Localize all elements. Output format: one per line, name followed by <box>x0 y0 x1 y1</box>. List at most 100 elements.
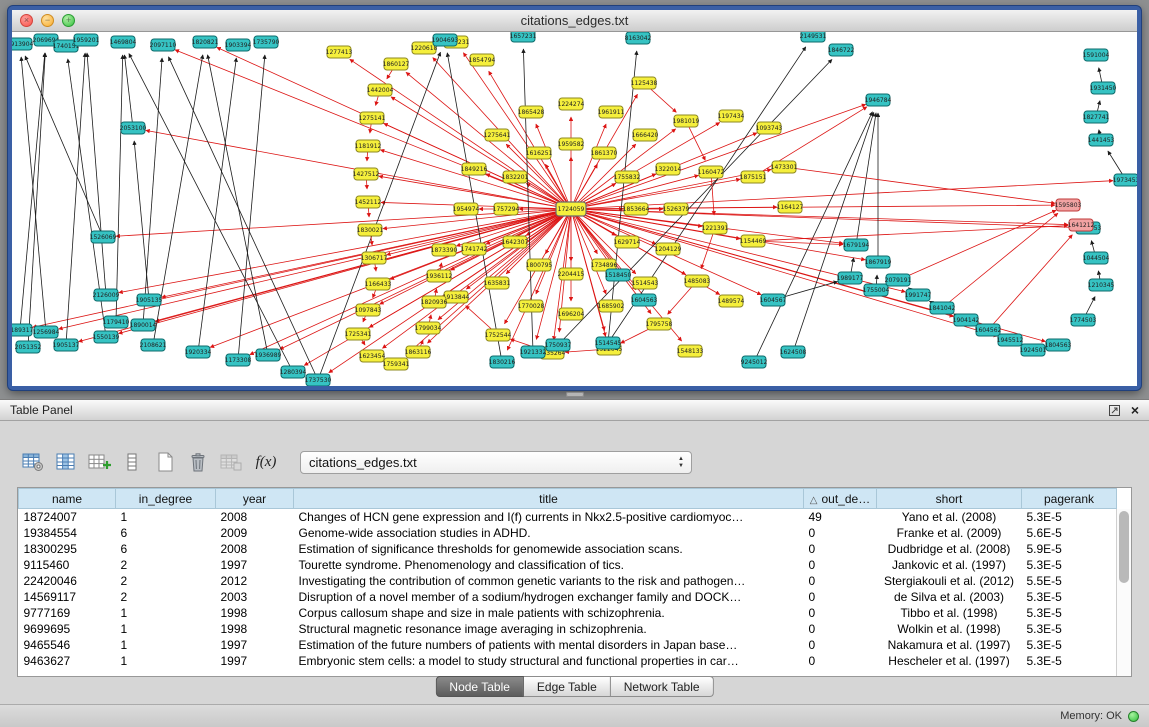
network-node[interactable]: 1629714 <box>614 236 641 248</box>
cell-out_degree[interactable]: 0 <box>804 589 877 605</box>
network-edge[interactable] <box>793 112 874 352</box>
scrollbar-thumb[interactable] <box>1119 511 1129 583</box>
network-node[interactable]: 1164127 <box>777 201 804 213</box>
cell-year[interactable]: 2008 <box>216 509 294 525</box>
cell-pagerank[interactable]: 5.3E-5 <box>1022 621 1117 637</box>
network-node[interactable]: 1514543 <box>632 277 659 289</box>
network-edge[interactable] <box>238 55 265 360</box>
network-node[interactable]: 1635831 <box>484 277 511 289</box>
network-node[interactable]: 1473301 <box>771 161 798 173</box>
network-node[interactable]: 2053100 <box>120 122 147 134</box>
cell-out_degree[interactable]: 0 <box>804 541 877 557</box>
network-node[interactable]: 1945512 <box>997 334 1024 346</box>
cell-title[interactable]: Estimation of significance thresholds fo… <box>294 541 804 557</box>
cell-short[interactable]: Stergiakouli et al. (2012) <box>877 573 1022 589</box>
network-edge[interactable] <box>942 213 1058 308</box>
cell-out_degree[interactable]: 49 <box>804 509 877 525</box>
delete-table-button[interactable] <box>183 449 213 475</box>
network-node[interactable]: 1854794 <box>469 54 496 66</box>
add-column-button[interactable] <box>84 449 114 475</box>
network-node[interactable]: 1550139 <box>93 331 120 343</box>
cell-short[interactable]: Franke et al. (2009) <box>877 525 1022 541</box>
network-node[interactable]: 1861370 <box>591 147 618 159</box>
network-node[interactable]: 1179410 <box>103 316 130 328</box>
network-node[interactable]: 1795758 <box>646 318 673 330</box>
network-node[interactable]: 1991747 <box>905 289 932 301</box>
cell-year[interactable]: 2009 <box>216 525 294 541</box>
network-node[interactable]: 1827741 <box>1083 111 1110 123</box>
cell-out_degree[interactable]: 0 <box>804 621 877 637</box>
network-edge[interactable] <box>20 53 45 330</box>
network-node[interactable]: 1514545 <box>595 337 622 349</box>
network-node[interactable]: 1441453 <box>1088 134 1115 146</box>
network-node[interactable]: 1641212 <box>1068 219 1095 231</box>
network-edge[interactable] <box>753 226 1068 241</box>
network-node[interactable]: 1832201 <box>502 171 529 183</box>
network-node[interactable]: 1280394 <box>280 366 307 378</box>
network-node[interactable]: 1256984 <box>33 326 60 338</box>
cell-year[interactable]: 2012 <box>216 573 294 589</box>
network-edge[interactable] <box>988 235 1072 330</box>
network-node[interactable]: 1221391 <box>702 222 729 234</box>
network-node[interactable]: 1442004 <box>367 84 394 96</box>
network-node[interactable]: 1685902 <box>598 300 625 312</box>
cell-in_degree[interactable]: 1 <box>116 605 216 621</box>
network-node[interactable]: 1277413 <box>326 46 353 58</box>
cell-title[interactable]: Embryonic stem cells: a model to study s… <box>294 653 804 669</box>
network-node[interactable]: 1275641 <box>484 129 511 141</box>
table-row[interactable]: 946362711997Embryonic stem cells: a mode… <box>19 653 1117 669</box>
cell-short[interactable]: de Silva et al. (2003) <box>877 589 1022 605</box>
table-row[interactable]: 946554611997Estimation of the future num… <box>19 637 1117 653</box>
column-header-short[interactable]: short <box>877 489 1022 509</box>
cell-in_degree[interactable]: 6 <box>116 541 216 557</box>
cell-name[interactable]: 9699695 <box>19 621 116 637</box>
network-node[interactable]: 1799034 <box>415 322 442 334</box>
network-node[interactable]: 1189317 <box>12 324 34 336</box>
close-window-button[interactable]: × <box>20 14 33 27</box>
cell-year[interactable]: 1998 <box>216 605 294 621</box>
network-node[interactable]: 1921332 <box>520 346 547 358</box>
network-node[interactable]: 1931450 <box>1090 82 1117 94</box>
float-panel-button[interactable] <box>1108 404 1121 417</box>
network-node[interactable]: 1666420 <box>632 129 659 141</box>
network-edge[interactable] <box>33 209 571 327</box>
network-node[interactable]: 1591004 <box>1083 49 1110 61</box>
network-edge[interactable] <box>66 53 85 345</box>
cell-title[interactable]: Estimation of the future numbers of pati… <box>294 637 804 653</box>
network-node[interactable]: 1863116 <box>405 346 432 358</box>
delete-column-button[interactable] <box>117 449 147 475</box>
network-node[interactable]: 1485083 <box>684 275 711 287</box>
network-node[interactable]: 1604563 <box>631 294 658 306</box>
network-node[interactable]: 1924501 <box>1020 344 1047 356</box>
column-header-pagerank[interactable]: pagerank <box>1022 489 1117 509</box>
network-node[interactable]: 1526069 <box>90 231 117 243</box>
network-node[interactable]: 1044504 <box>1083 252 1110 264</box>
table-row[interactable]: 911546021997Tourette syndrome. Phenomeno… <box>19 557 1117 573</box>
cell-in_degree[interactable]: 2 <box>116 557 216 573</box>
network-node[interactable]: 1166433 <box>365 278 392 290</box>
cell-pagerank[interactable]: 5.3E-5 <box>1022 637 1117 653</box>
network-node[interactable]: 2204415 <box>558 268 585 280</box>
table-row[interactable]: 1938455462009Genome-wide association stu… <box>19 525 1117 541</box>
network-node[interactable]: 1804563 <box>1045 339 1072 351</box>
network-node[interactable]: 1725341 <box>345 328 372 340</box>
network-node[interactable]: 1125438 <box>631 77 658 89</box>
network-node[interactable]: 1846722 <box>828 44 855 56</box>
new-table-button[interactable] <box>150 449 180 475</box>
network-node[interactable]: 1752544 <box>485 329 512 341</box>
cell-short[interactable]: Hescheler et al. (1997) <box>877 653 1022 669</box>
network-node[interactable]: 1946784 <box>865 94 892 106</box>
network-node[interactable]: 1849216 <box>461 163 488 175</box>
table-panel-titlebar[interactable]: Table Panel × <box>0 400 1149 421</box>
network-node[interactable]: 1735790 <box>253 36 280 48</box>
cell-pagerank[interactable]: 5.9E-5 <box>1022 541 1117 557</box>
tab-edge-table[interactable]: Edge Table <box>524 676 611 697</box>
network-node[interactable]: 1989177 <box>837 272 864 284</box>
cell-year[interactable]: 2008 <box>216 541 294 557</box>
minimize-window-button[interactable]: − <box>41 14 54 27</box>
network-node[interactable]: 1841042 <box>929 302 956 314</box>
cell-short[interactable]: Yano et al. (2008) <box>877 509 1022 525</box>
network-node[interactable]: 1959201 <box>73 34 100 46</box>
network-node[interactable]: 1616251 <box>526 147 553 159</box>
network-node[interactable]: 1905137 <box>53 339 80 351</box>
